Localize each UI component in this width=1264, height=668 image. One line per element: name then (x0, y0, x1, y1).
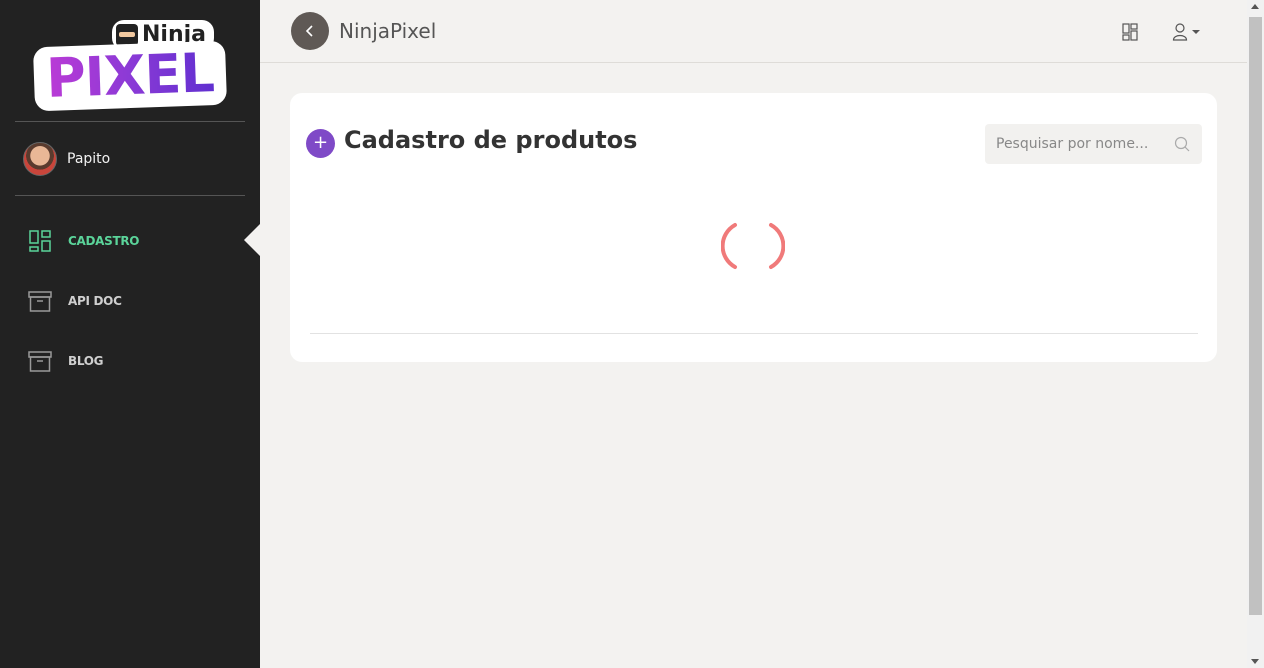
sidebar-divider (15, 121, 245, 122)
avatar (23, 142, 57, 176)
page-title: Cadastro de produtos (344, 126, 638, 154)
chevron-left-icon (305, 25, 313, 37)
loading-spinner-icon (721, 223, 785, 269)
search-box (985, 124, 1202, 164)
dashboard-icon (29, 230, 51, 252)
search-icon[interactable] (1174, 136, 1190, 152)
user-menu-icon[interactable] (1172, 22, 1204, 42)
sidebar-item-blog[interactable]: BLOG (28, 348, 104, 374)
products-card: + Cadastro de produtos (290, 93, 1217, 362)
scroll-down-arrow-icon[interactable] (1251, 659, 1259, 664)
archive-box-icon (28, 291, 52, 312)
sidebar-item-label: API DOC (68, 294, 122, 308)
scrollbar-thumb[interactable] (1249, 17, 1262, 615)
active-item-caret (244, 224, 260, 256)
sidebar-divider (15, 195, 245, 196)
user-profile[interactable]: Papito (23, 142, 110, 176)
sidebar-item-label: BLOG (68, 354, 104, 368)
logo-pixel-badge: PIXEL (32, 40, 228, 112)
ninja-face-icon (116, 24, 138, 46)
app-title: NinjaPixel (339, 19, 437, 43)
page-scrollbar[interactable] (1247, 0, 1264, 668)
search-input[interactable] (985, 124, 1170, 164)
add-product-button[interactable]: + (306, 129, 335, 158)
ninjapixel-logo[interactable]: Ninja PIXEL (32, 14, 228, 112)
sidebar: Ninja PIXEL Papito CADASTRO API DOC BLOG (0, 0, 260, 668)
archive-box-icon (28, 351, 52, 372)
layout-grid-icon[interactable] (1122, 23, 1138, 41)
sidebar-item-label: CADASTRO (68, 234, 140, 248)
user-name: Papito (67, 151, 111, 167)
sidebar-item-cadastro[interactable]: CADASTRO (28, 228, 140, 254)
scroll-up-arrow-icon[interactable] (1251, 4, 1259, 9)
back-button[interactable] (291, 12, 329, 50)
sidebar-item-api-doc[interactable]: API DOC (28, 288, 122, 314)
card-divider (310, 333, 1198, 334)
top-bar: NinjaPixel (260, 0, 1247, 63)
logo-pixel-text: PIXEL (33, 41, 227, 112)
